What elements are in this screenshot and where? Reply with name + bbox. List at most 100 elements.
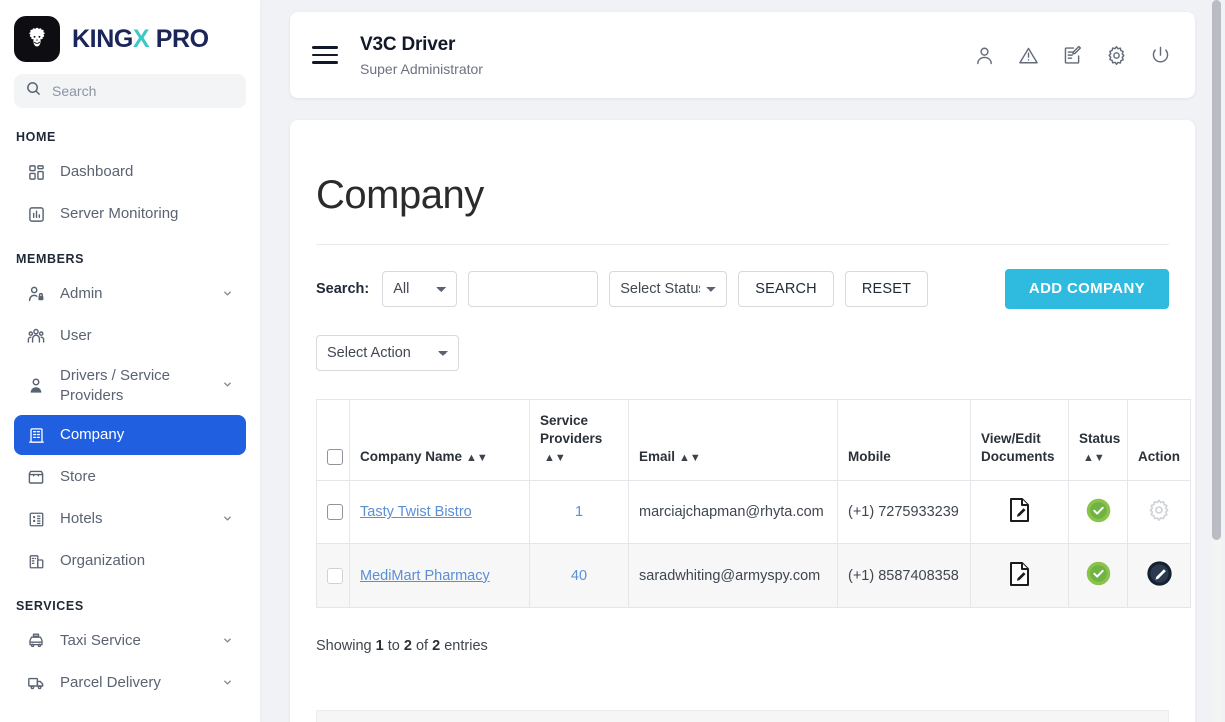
mobile-cell: (+1) 8587408358 [838,544,971,608]
service-providers-count[interactable]: 40 [571,568,587,584]
sort-icon[interactable]: ▲▼ [544,453,566,464]
column-header-action: Action [1128,399,1191,481]
sidebar-item-company[interactable]: Company [14,415,246,455]
driver-person-icon [26,376,46,396]
service-providers-cell: 1 [530,481,629,544]
sidebar-search-box[interactable] [14,74,246,108]
status-select[interactable]: Select Status [609,271,727,307]
table-row: Tasty Twist Bistro 1 marciajchapman@rhyt… [317,481,1191,544]
settings-gear-icon[interactable] [1106,45,1127,66]
table-head: Company Name▲▼ Service Providers ▲▼ Email… [317,399,1191,481]
search-text-input[interactable] [468,271,598,307]
column-header-documents: View/Edit Documents [971,399,1069,481]
column-header-mobile: Mobile [838,399,971,481]
alert-warning-icon[interactable] [1018,45,1039,66]
row-checkbox[interactable] [327,568,343,584]
store-icon [26,467,46,487]
sidebar-section-home: HOME [14,114,246,152]
taxi-icon [26,631,46,651]
sidebar-item-hotels[interactable]: Hotels [14,499,246,539]
sidebar-item-label: Hotels [60,509,208,529]
sidebar-item-server-monitoring[interactable]: Server Monitoring [14,194,246,234]
page-scrollbar-thumb[interactable] [1212,0,1221,540]
sidebar-nav: HOME Dashboard Server Monitoring [0,114,260,703]
sidebar-item-dashboard[interactable]: Dashboard [14,152,246,192]
sidebar-item-label: Store [60,467,234,487]
column-label: Mobile [848,449,891,464]
column-header-service-providers[interactable]: Service Providers ▲▼ [530,399,629,481]
reset-button[interactable]: RESET [845,271,928,307]
app-root: KINGX PRO HOME [0,0,1225,722]
company-table: Company Name▲▼ Service Providers ▲▼ Email… [316,399,1191,609]
column-header-status[interactable]: Status▲▼ [1069,399,1128,481]
sidebar: KINGX PRO HOME [0,0,260,722]
sidebar-item-taxi-service[interactable]: Taxi Service [14,621,246,661]
select-all-checkbox[interactable] [327,449,343,465]
status-active-check-icon[interactable] [1086,574,1111,590]
sidebar-section-services: SERVICES [14,583,246,621]
brand-name-suffix: PRO [149,25,209,53]
search-scope-select[interactable]: All [382,271,457,307]
action-cell [1128,544,1191,608]
sidebar-item-parcel-delivery[interactable]: Parcel Delivery [14,663,246,703]
sidebar-item-label: Drivers / Service Providers [60,366,208,405]
sort-icon[interactable]: ▲▼ [466,453,488,464]
documents-cell [971,481,1069,544]
search-input[interactable] [50,82,234,100]
showing-suffix: entries [440,638,488,654]
brand-name: KINGX PRO [72,25,209,54]
chevron-down-icon[interactable] [222,511,234,528]
sidebar-item-store[interactable]: Store [14,457,246,497]
chevron-down-icon[interactable] [222,377,234,394]
row-select-cell [317,544,350,608]
status-cell [1069,544,1128,608]
service-providers-count[interactable]: 1 [575,504,583,520]
organization-building-icon [26,551,46,571]
search-icon [26,81,41,101]
sidebar-item-label: Dashboard [60,162,234,182]
sort-icon[interactable]: ▲▼ [1083,453,1105,464]
sidebar-item-organization[interactable]: Organization [14,541,246,581]
hamburger-menu-icon[interactable] [312,46,338,64]
company-card: Company Search: All Select Status SEARCH… [290,120,1195,722]
table-row: MediMart Pharmacy 40 saradwhiting@armysp… [317,544,1191,608]
column-label: Email [639,449,675,464]
edit-document-icon[interactable] [1062,45,1083,66]
chevron-down-icon[interactable] [222,286,234,303]
document-edit-icon[interactable] [1008,511,1032,527]
sort-icon[interactable]: ▲▼ [679,453,701,464]
topbar-title: V3C Driver [360,34,974,56]
settings-gear-icon[interactable] [1147,510,1171,526]
service-providers-cell: 40 [530,544,629,608]
column-header-company-name[interactable]: Company Name▲▼ [350,399,530,481]
brand[interactable]: KINGX PRO [0,0,260,74]
page-scrollbar[interactable] [1212,0,1221,722]
showing-from: 1 [376,638,384,654]
column-label: Action [1138,449,1180,464]
edit-pencil-icon[interactable] [1146,575,1173,591]
row-checkbox[interactable] [327,504,343,520]
chevron-down-icon[interactable] [222,675,234,692]
sidebar-item-label: Parcel Delivery [60,673,208,693]
document-edit-icon[interactable] [1008,575,1032,591]
search-button[interactable]: SEARCH [738,271,834,307]
sidebar-item-user[interactable]: User [14,316,246,356]
add-company-button[interactable]: ADD COMPANY [1005,269,1169,309]
bar-chart-icon [26,204,46,224]
sidebar-item-label: Server Monitoring [60,204,234,224]
sidebar-item-drivers-service-providers[interactable]: Drivers / Service Providers [14,358,246,413]
chevron-down-icon[interactable] [222,633,234,650]
sidebar-item-admin[interactable]: Admin [14,274,246,314]
lion-head-icon [14,16,60,62]
showing-prefix: Showing [316,638,376,654]
company-name-cell: MediMart Pharmacy [350,544,530,608]
status-active-check-icon[interactable] [1086,511,1111,527]
bulk-action-select[interactable]: Select Action [316,335,459,371]
column-header-email[interactable]: Email ▲▼ [629,399,838,481]
power-logout-icon[interactable] [1150,45,1171,66]
company-name-link[interactable]: MediMart Pharmacy [360,568,490,584]
profile-icon[interactable] [974,45,995,66]
company-name-link[interactable]: Tasty Twist Bistro [360,504,472,520]
column-label: Service Providers [540,413,602,446]
table-header-row: Company Name▲▼ Service Providers ▲▼ Email… [317,399,1191,481]
